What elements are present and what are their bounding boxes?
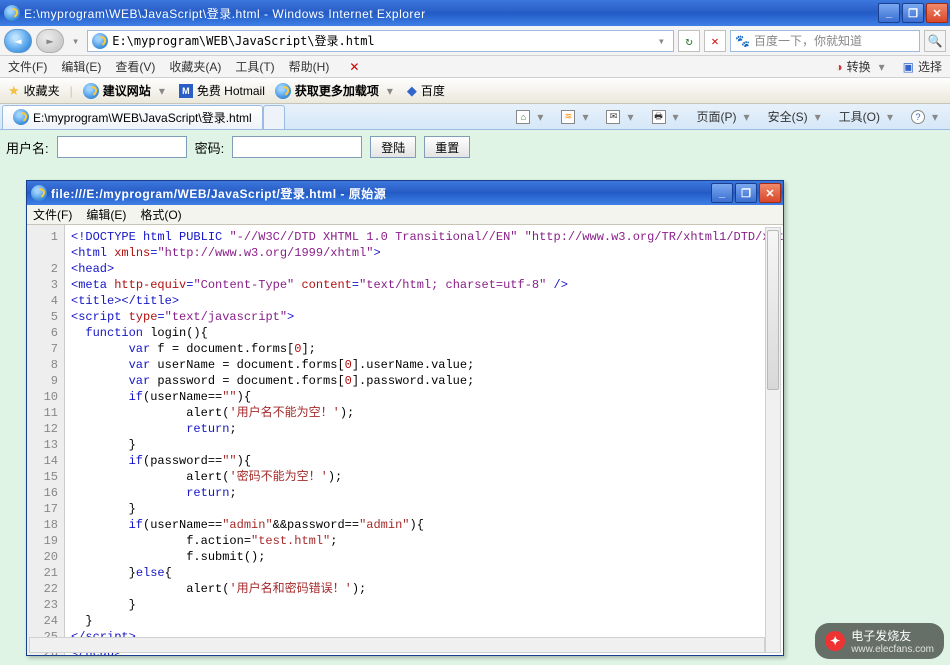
back-button[interactable]: ◄ [4, 29, 32, 53]
search-placeholder: 百度一下，你就知道 [754, 32, 862, 49]
print-button[interactable]: 🖶▾ [652, 110, 683, 124]
history-dropdown-icon[interactable]: ▾ [68, 34, 83, 48]
new-tab-button[interactable] [263, 105, 285, 129]
bm-baidu[interactable]: ◆百度 [407, 82, 445, 99]
window-titlebar: E:\myprogram\WEB\JavaScript\登录.html - Wi… [0, 0, 950, 26]
menu-file[interactable]: 文件(F) [8, 58, 47, 75]
menu-favorites[interactable]: 收藏夹(A) [169, 58, 221, 75]
source-window-icon [31, 185, 47, 201]
login-button[interactable]: 登陆 [370, 136, 416, 158]
username-input[interactable] [57, 136, 187, 158]
select-button[interactable]: ▣选择 [903, 58, 942, 75]
menu-edit[interactable]: 编辑(E) [61, 58, 101, 75]
page-icon [92, 33, 108, 49]
watermark-text: 电子发烧友 [851, 627, 934, 644]
search-box[interactable]: 🐾 百度一下，你就知道 [730, 30, 920, 52]
source-code[interactable]: <!DOCTYPE html PUBLIC "-//W3C//DTD XHTML… [65, 225, 783, 655]
mail-button[interactable]: ✉▾ [606, 110, 637, 124]
src-menu-edit[interactable]: 编辑(E) [86, 206, 126, 223]
watermark-url: www.elecfans.com [851, 644, 934, 655]
address-text: E:\myprogram\WEB\JavaScript\登录.html [112, 32, 650, 49]
maximize-button[interactable]: ❐ [902, 3, 924, 23]
help-button[interactable]: ?▾ [911, 110, 942, 124]
tab-icon [13, 109, 29, 125]
source-window: file:///E:/myprogram/WEB/JavaScript/登录.h… [26, 180, 784, 656]
feeds-button[interactable]: ≋▾ [561, 110, 592, 124]
watermark-logo-icon: ✦ [825, 631, 845, 651]
close-button[interactable]: ✕ [926, 3, 948, 23]
password-label: 密码: [195, 138, 225, 157]
bm-addons[interactable]: 获取更多加载项▾ [275, 82, 397, 99]
search-button[interactable]: 🔍 [924, 30, 946, 52]
close-toolbar-icon[interactable]: ✕ [343, 60, 365, 74]
tools-menu[interactable]: 工具(O)▾ [839, 108, 897, 125]
menu-row: 文件(F) 编辑(E) 查看(V) 收藏夹(A) 工具(T) 帮助(H) ✕ ◑… [0, 56, 950, 78]
src-minimize-button[interactable]: _ [711, 183, 733, 203]
search-provider-icon: 🐾 [735, 34, 750, 48]
username-label: 用户名: [6, 138, 49, 157]
favorites-label: 收藏夹 [24, 82, 60, 99]
menu-tools[interactable]: 工具(T) [235, 58, 274, 75]
src-maximize-button[interactable]: ❐ [735, 183, 757, 203]
tab-row: E:\myprogram\WEB\JavaScript\登录.html ⌂▾ ≋… [0, 104, 950, 130]
convert-button[interactable]: ◑转换▾ [835, 58, 888, 75]
src-vertical-scrollbar[interactable] [765, 227, 781, 653]
src-menu-format[interactable]: 格式(O) [140, 206, 181, 223]
minimize-button[interactable]: _ [878, 3, 900, 23]
bm-hotmail[interactable]: M免费 Hotmail [179, 82, 265, 99]
source-body: 1 23456789101112131415161718192021222324… [27, 225, 783, 655]
ie-icon [4, 5, 20, 21]
safety-menu[interactable]: 安全(S)▾ [768, 108, 825, 125]
src-horizontal-scrollbar[interactable] [29, 637, 765, 653]
src-menu-file[interactable]: 文件(F) [33, 206, 72, 223]
favorites-button[interactable]: ★收藏夹 [8, 82, 60, 99]
bm-suggest[interactable]: 建议网站▾ [83, 82, 169, 99]
menu-help[interactable]: 帮助(H) [289, 58, 330, 75]
bookmarks-row: ★收藏夹 | 建议网站▾ M免费 Hotmail 获取更多加载项▾ ◆百度 [0, 78, 950, 104]
nav-row: ◄ ► ▾ E:\myprogram\WEB\JavaScript\登录.htm… [0, 26, 950, 56]
address-bar[interactable]: E:\myprogram\WEB\JavaScript\登录.html ▾ [87, 30, 674, 52]
password-input[interactable] [232, 136, 362, 158]
src-scroll-thumb[interactable] [767, 230, 779, 390]
tab-label: E:\myprogram\WEB\JavaScript\登录.html [33, 109, 252, 126]
source-menu-row: 文件(F) 编辑(E) 格式(O) [27, 205, 783, 225]
watermark: ✦ 电子发烧友 www.elecfans.com [815, 623, 944, 659]
source-window-title: file:///E:/myprogram/WEB/JavaScript/登录.h… [51, 185, 386, 202]
stop-button[interactable]: ✕ [704, 30, 726, 52]
refresh-button[interactable]: ↻ [678, 30, 700, 52]
address-dropdown-icon[interactable]: ▾ [654, 34, 669, 48]
menu-view[interactable]: 查看(V) [115, 58, 155, 75]
page-menu[interactable]: 页面(P)▾ [697, 108, 754, 125]
browser-tab[interactable]: E:\myprogram\WEB\JavaScript\登录.html [2, 105, 263, 129]
login-form: 用户名: 密码: 登陆 重置 [6, 136, 944, 158]
forward-button[interactable]: ► [36, 29, 64, 53]
src-close-button[interactable]: ✕ [759, 183, 781, 203]
reset-button[interactable]: 重置 [424, 136, 470, 158]
line-gutter: 1 23456789101112131415161718192021222324… [27, 225, 65, 655]
window-title: E:\myprogram\WEB\JavaScript\登录.html - Wi… [24, 5, 426, 22]
home-button[interactable]: ⌂▾ [516, 110, 547, 124]
